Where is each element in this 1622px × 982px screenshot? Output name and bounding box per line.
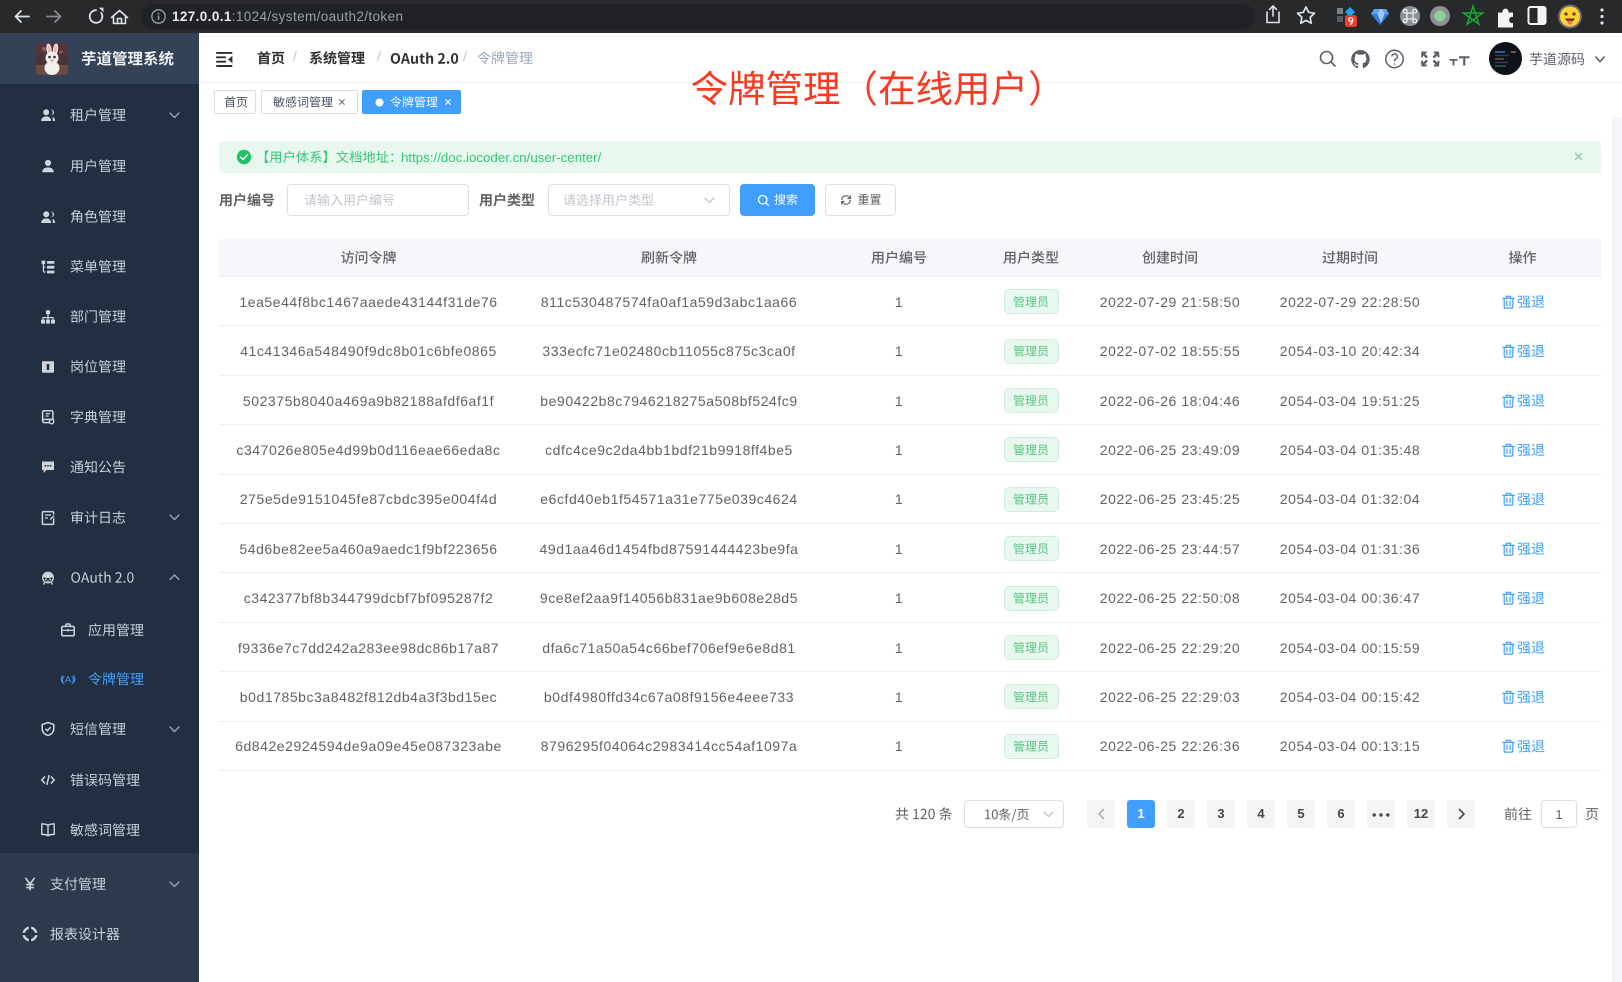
svg-text:(A): (A) bbox=[62, 675, 75, 686]
